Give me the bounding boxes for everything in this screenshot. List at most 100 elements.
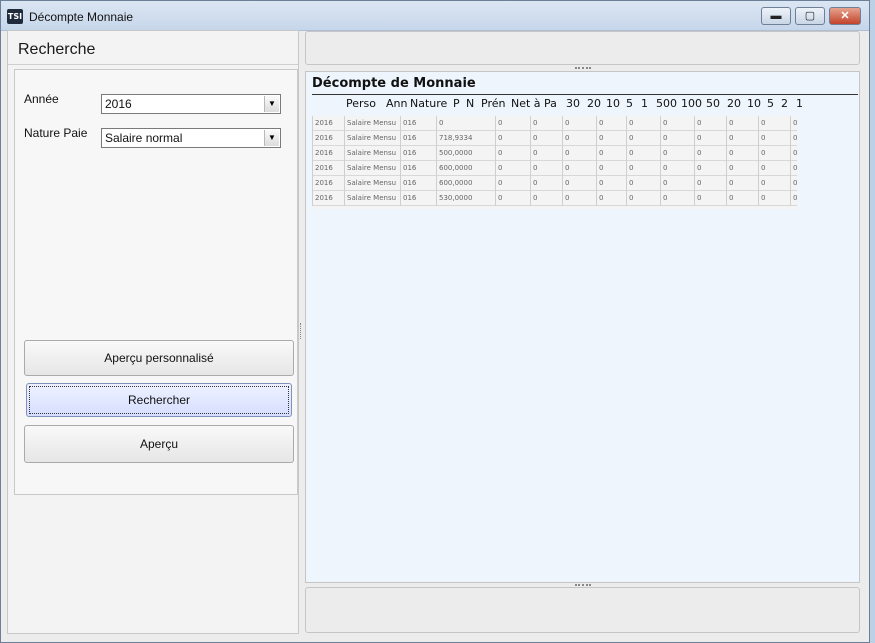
- bottom-splitter-grip[interactable]: [575, 584, 591, 586]
- table-cell: 0: [596, 176, 626, 191]
- table-cell: Salaire Mensu: [344, 146, 400, 161]
- table-cell: 0: [626, 131, 660, 146]
- table-cell: 0: [660, 116, 694, 131]
- table-cell: Salaire Mensu: [344, 161, 400, 176]
- table-cell: 0: [694, 131, 726, 146]
- table-cell: 0: [626, 176, 660, 191]
- table-cell: 0: [495, 116, 530, 131]
- table-cell: 0: [790, 191, 797, 206]
- table-cell: 500,0000: [436, 146, 495, 161]
- column-header: Nature: [410, 97, 448, 110]
- column-header: Perso: [346, 97, 376, 110]
- table-cell: 0: [562, 176, 596, 191]
- table-cell: 2016: [312, 131, 344, 146]
- column-header: 5: [767, 97, 774, 110]
- table-row: 2016Salaire Mensu016500,00000000000000: [312, 146, 797, 161]
- table-cell: 0: [626, 161, 660, 176]
- chevron-down-icon[interactable]: ▼: [264, 130, 279, 146]
- column-header: P: [453, 97, 460, 110]
- table-cell: 0: [495, 146, 530, 161]
- report-view: Décompte de Monnaie Perso Ann Nature P N Prén…: [305, 71, 860, 583]
- table-cell: 0: [790, 131, 797, 146]
- table-cell: 0: [436, 116, 495, 131]
- close-button[interactable]: ✕: [829, 7, 861, 25]
- table-cell: 0: [758, 116, 790, 131]
- vertical-splitter[interactable]: [300, 323, 303, 339]
- column-header: 10: [606, 97, 620, 110]
- nature-paie-select[interactable]: Salaire normal ▼: [101, 128, 281, 148]
- maximize-button[interactable]: ▢: [795, 7, 825, 25]
- title-bar: TSI Décompte Monnaie ▬ ▢ ✕: [1, 1, 869, 31]
- table-cell: 016: [400, 146, 436, 161]
- table-cell: Salaire Mensu: [344, 131, 400, 146]
- table-cell: 0: [562, 131, 596, 146]
- table-cell: 0: [790, 161, 797, 176]
- table-cell: 0: [530, 161, 562, 176]
- rechercher-button[interactable]: Rechercher: [26, 383, 292, 417]
- table-cell: 0: [596, 146, 626, 161]
- column-header: 20: [727, 97, 741, 110]
- table-cell: 0: [530, 131, 562, 146]
- table-row: 2016Salaire Mensu016530,00000000000000: [312, 191, 797, 206]
- table-cell: 0: [495, 176, 530, 191]
- table-cell: 0: [626, 191, 660, 206]
- bottom-status-panel: [305, 587, 860, 633]
- table-cell: 0: [726, 161, 758, 176]
- annee-select[interactable]: 2016 ▼: [101, 94, 281, 114]
- report-grid: 2016Salaire Mensu016000000000002016Salai…: [312, 116, 797, 209]
- table-cell: 0: [726, 116, 758, 131]
- table-cell: 0: [626, 116, 660, 131]
- table-cell: 600,0000: [436, 176, 495, 191]
- column-header: 50: [706, 97, 720, 110]
- table-cell: 0: [790, 146, 797, 161]
- table-cell: 0: [660, 161, 694, 176]
- table-row: 2016Salaire Mensu016600,00000000000000: [312, 176, 797, 191]
- apercu-button[interactable]: Aperçu: [24, 425, 294, 463]
- table-cell: 0: [596, 161, 626, 176]
- table-cell: 0: [562, 146, 596, 161]
- table-row: 2016Salaire Mensu016600,00000000000000: [312, 161, 797, 176]
- table-cell: 2016: [312, 146, 344, 161]
- table-cell: 0: [726, 146, 758, 161]
- column-header: 2: [781, 97, 788, 110]
- window-title: Décompte Monnaie: [29, 10, 134, 24]
- table-cell: 0: [495, 161, 530, 176]
- table-cell: 0: [694, 161, 726, 176]
- table-row: 2016Salaire Mensu01600000000000: [312, 116, 797, 131]
- top-splitter-grip[interactable]: [575, 67, 591, 69]
- column-header: 1: [641, 97, 648, 110]
- table-cell: 0: [495, 191, 530, 206]
- column-header: Prén: [481, 97, 506, 110]
- table-cell: 0: [694, 116, 726, 131]
- table-cell: 016: [400, 191, 436, 206]
- table-cell: 0: [626, 146, 660, 161]
- table-cell: 0: [660, 131, 694, 146]
- table-cell: 0: [495, 131, 530, 146]
- column-header: 20: [587, 97, 601, 110]
- minimize-button[interactable]: ▬: [761, 7, 791, 25]
- table-cell: 2016: [312, 191, 344, 206]
- table-cell: 0: [790, 176, 797, 191]
- table-cell: 016: [400, 116, 436, 131]
- annee-label: Année: [24, 92, 59, 106]
- table-cell: 0: [660, 176, 694, 191]
- table-cell: 2016: [312, 116, 344, 131]
- apercu-personnalise-button[interactable]: Aperçu personnalisé: [24, 340, 294, 376]
- table-cell: 0: [660, 146, 694, 161]
- nature-paie-select-value: Salaire normal: [105, 131, 183, 145]
- table-cell: 016: [400, 131, 436, 146]
- table-cell: 0: [694, 146, 726, 161]
- table-cell: 0: [758, 176, 790, 191]
- table-row: 2016Salaire Mensu016718,93340000000000: [312, 131, 797, 146]
- report-title: Décompte de Monnaie: [312, 76, 476, 91]
- table-cell: 0: [530, 191, 562, 206]
- search-criteria-group: Année 2016 ▼ Nature Paie Salaire normal …: [14, 69, 298, 495]
- table-cell: 718,9334: [436, 131, 495, 146]
- table-cell: 0: [758, 131, 790, 146]
- table-cell: Salaire Mensu: [344, 116, 400, 131]
- chevron-down-icon[interactable]: ▼: [264, 96, 279, 112]
- table-cell: 0: [596, 191, 626, 206]
- table-cell: 0: [726, 191, 758, 206]
- table-cell: 0: [726, 131, 758, 146]
- report-title-rule: [312, 94, 858, 95]
